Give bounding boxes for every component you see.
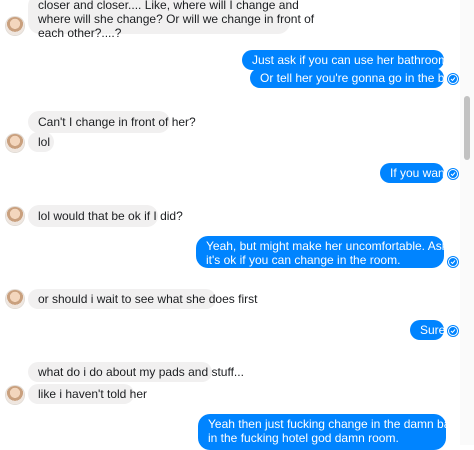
scrollbar[interactable] bbox=[460, 0, 474, 445]
seen-check-icon bbox=[448, 257, 458, 267]
message-line: Sure bbox=[420, 323, 446, 337]
message-line: what do i do about my pads and stuff... bbox=[38, 365, 244, 379]
scrollbar-thumb[interactable] bbox=[464, 96, 470, 160]
message-bubble[interactable]: lol would that be ok if I did? bbox=[28, 205, 183, 227]
message-line: Can't I change in front of her? bbox=[38, 115, 196, 129]
contact-avatar[interactable] bbox=[6, 17, 24, 35]
message-line: Yeah then just fucking change in the dam… bbox=[208, 417, 474, 431]
chat-thread: closer and closer.... Like, where will I… bbox=[0, 0, 474, 450]
message-line: it's ok if you can change in the room. bbox=[206, 253, 401, 267]
contact-avatar[interactable] bbox=[6, 134, 24, 152]
message-line: lol bbox=[38, 135, 51, 149]
message-bubble[interactable]: what do i do about my pads and stuff... bbox=[28, 362, 244, 382]
message-bubble[interactable]: closer and closer.... Like, where will I… bbox=[28, 0, 315, 40]
contact-avatar[interactable] bbox=[6, 207, 24, 225]
message-line: Or tell her you're gonna go in the bathr… bbox=[260, 71, 474, 85]
message-bubble[interactable]: Or tell her you're gonna go in the bathr… bbox=[250, 68, 474, 88]
seen-check-icon bbox=[448, 326, 458, 336]
message-bubble[interactable]: Sure bbox=[410, 320, 446, 340]
message-bubble[interactable]: Can't I change in front of her? bbox=[28, 111, 196, 133]
seen-check-icon bbox=[448, 169, 458, 179]
message-line: or should i wait to see what she does fi… bbox=[38, 292, 258, 306]
contact-avatar[interactable] bbox=[6, 386, 24, 404]
message-bubble[interactable]: Just ask if you can use her bathroom qui… bbox=[242, 50, 474, 70]
message-bubble[interactable]: lol bbox=[28, 132, 54, 152]
message-line: closer and closer.... Like, where will I… bbox=[38, 0, 299, 12]
message-bubble[interactable]: or should i wait to see what she does fi… bbox=[28, 289, 257, 309]
contact-avatar[interactable] bbox=[6, 290, 24, 308]
message-bubble[interactable]: If you want? bbox=[380, 163, 455, 183]
message-bubble[interactable]: Yeah, but might make her uncomfortable. … bbox=[196, 236, 474, 268]
message-line: where will she change? Or will we change… bbox=[38, 12, 315, 26]
message-bubble[interactable]: like i haven't told her bbox=[28, 384, 147, 404]
message-line: lol would that be ok if I did? bbox=[38, 209, 183, 223]
message-line: Just ask if you can use her bathroom qui… bbox=[252, 53, 474, 67]
message-line: each other?....? bbox=[38, 26, 122, 40]
seen-check-icon bbox=[448, 74, 458, 84]
message-line: in the fucking hotel god damn room. bbox=[208, 431, 399, 445]
message-line: If you want? bbox=[390, 166, 455, 180]
message-line: Yeah, but might make her uncomfortable. … bbox=[206, 239, 474, 253]
message-line: like i haven't told her bbox=[38, 387, 148, 401]
